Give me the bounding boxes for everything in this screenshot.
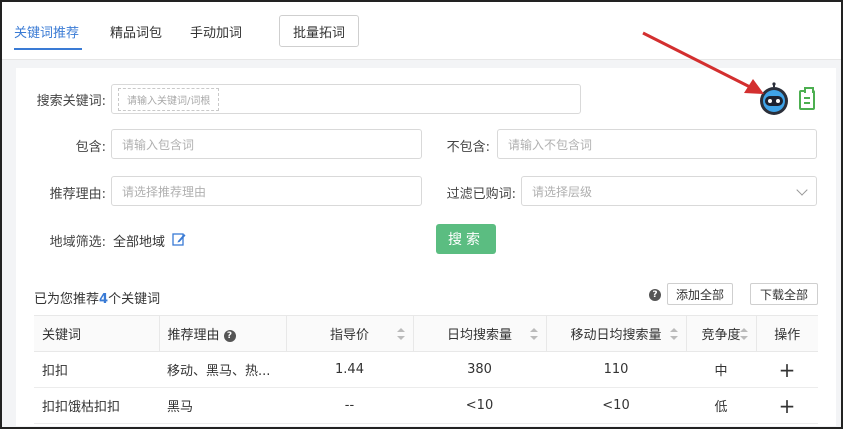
reason-placeholder: 请选择推荐理由 bbox=[122, 184, 207, 199]
header-keyword: 关键词 bbox=[34, 315, 159, 352]
cell-mobile: 110 bbox=[546, 351, 686, 388]
cell-price: -- bbox=[286, 387, 413, 424]
include-label: 包含: bbox=[75, 140, 106, 155]
header-action: 操作 bbox=[755, 315, 818, 352]
sort-icon[interactable] bbox=[669, 328, 678, 340]
sort-icon[interactable] bbox=[529, 328, 538, 340]
cell-reason: 黑马 bbox=[159, 387, 286, 424]
exclude-placeholder: 请输入不包含词 bbox=[508, 137, 593, 152]
add-all-button[interactable]: 添加全部 bbox=[667, 283, 733, 305]
download-all-button[interactable]: 下载全部 bbox=[750, 283, 818, 305]
filter-purchased-select[interactable]: 请选择层级 bbox=[521, 176, 817, 206]
keyword-input[interactable]: 请输入关键词/词根 bbox=[111, 84, 581, 114]
cell-daily: 380 bbox=[413, 351, 546, 388]
table-row: 扣扣饿枯扣扣 黑马 -- <10 <10 低 + bbox=[34, 387, 818, 424]
region-label: 地域筛选: bbox=[49, 235, 106, 250]
header-mobile-search[interactable]: 移动日均搜索量 bbox=[545, 315, 686, 352]
cell-keyword: 扣扣饿枯扣扣 bbox=[34, 387, 159, 424]
include-input[interactable]: 请输入包含词 bbox=[111, 129, 422, 159]
header-reason: 推荐理由? bbox=[158, 315, 286, 352]
result-prefix: 已为您推荐 bbox=[34, 292, 100, 307]
table-row: 扣扣 移动、黑马、热... 1.44 380 110 中 + bbox=[34, 351, 818, 388]
cell-daily: <10 bbox=[413, 387, 546, 424]
keyword-placeholder: 请输入关键词/词根 bbox=[118, 87, 220, 111]
tab-keyword-recommend[interactable]: 关键词推荐 bbox=[14, 22, 79, 41]
help-icon[interactable]: ? bbox=[649, 289, 661, 301]
add-keyword-button[interactable]: + bbox=[756, 351, 818, 388]
sort-icon[interactable] bbox=[396, 328, 405, 340]
cell-keyword: 扣扣 bbox=[34, 351, 159, 388]
keyword-label: 搜索关键词: bbox=[36, 94, 106, 109]
exclude-input[interactable]: 请输入不包含词 bbox=[497, 129, 817, 159]
result-summary: 已为您推荐4个关键词 bbox=[34, 288, 160, 307]
result-suffix: 个关键词 bbox=[108, 292, 161, 307]
help-icon[interactable]: ? bbox=[223, 329, 236, 342]
filter-purchased-label: 过滤已购词: bbox=[446, 187, 516, 202]
keyword-search-panel: 搜索关键词: 请输入关键词/词根 包含: 请输入包含词 不包含: 请输入不包含词… bbox=[16, 68, 836, 426]
reason-label: 推荐理由: bbox=[49, 187, 106, 202]
edit-icon[interactable] bbox=[172, 232, 186, 246]
result-count: 4 bbox=[99, 292, 109, 307]
batch-expand-button[interactable]: 批量拓词 bbox=[279, 15, 359, 47]
keyword-table: 关键词 推荐理由? 指导价 日均搜索量 移动日均搜索量 竞争度 操作 扣扣 移动… bbox=[34, 315, 818, 424]
clipboard-icon[interactable] bbox=[799, 87, 815, 110]
add-keyword-button[interactable]: + bbox=[756, 387, 818, 424]
tab-premium-word-pack[interactable]: 精品词包 bbox=[110, 22, 162, 41]
reason-select[interactable]: 请选择推荐理由 bbox=[111, 176, 422, 206]
chevron-down-icon bbox=[796, 184, 808, 196]
region-value: 全部地域 bbox=[113, 235, 166, 250]
include-placeholder: 请输入包含词 bbox=[122, 137, 195, 152]
search-button[interactable]: 搜索 bbox=[436, 224, 496, 254]
cell-competition: 低 bbox=[686, 387, 756, 424]
exclude-label: 不包含: bbox=[446, 140, 490, 155]
header-price[interactable]: 指导价 bbox=[285, 315, 413, 352]
cell-competition: 中 bbox=[686, 351, 756, 388]
tab-manual-add[interactable]: 手动加词 bbox=[190, 22, 242, 41]
cell-price: 1.44 bbox=[286, 351, 413, 388]
sort-icon[interactable] bbox=[739, 328, 748, 340]
top-tab-bar: 关键词推荐 精品词包 手动加词 批量拓词 bbox=[2, 2, 841, 60]
active-tab-indicator bbox=[14, 48, 82, 50]
cell-mobile: <10 bbox=[546, 387, 686, 424]
header-competition[interactable]: 竞争度 bbox=[685, 315, 756, 352]
cell-reason: 移动、黑马、热... bbox=[159, 351, 286, 388]
robot-assistant-icon[interactable] bbox=[757, 82, 791, 116]
header-daily-search[interactable]: 日均搜索量 bbox=[412, 315, 546, 352]
filter-placeholder: 请选择层级 bbox=[532, 184, 593, 199]
